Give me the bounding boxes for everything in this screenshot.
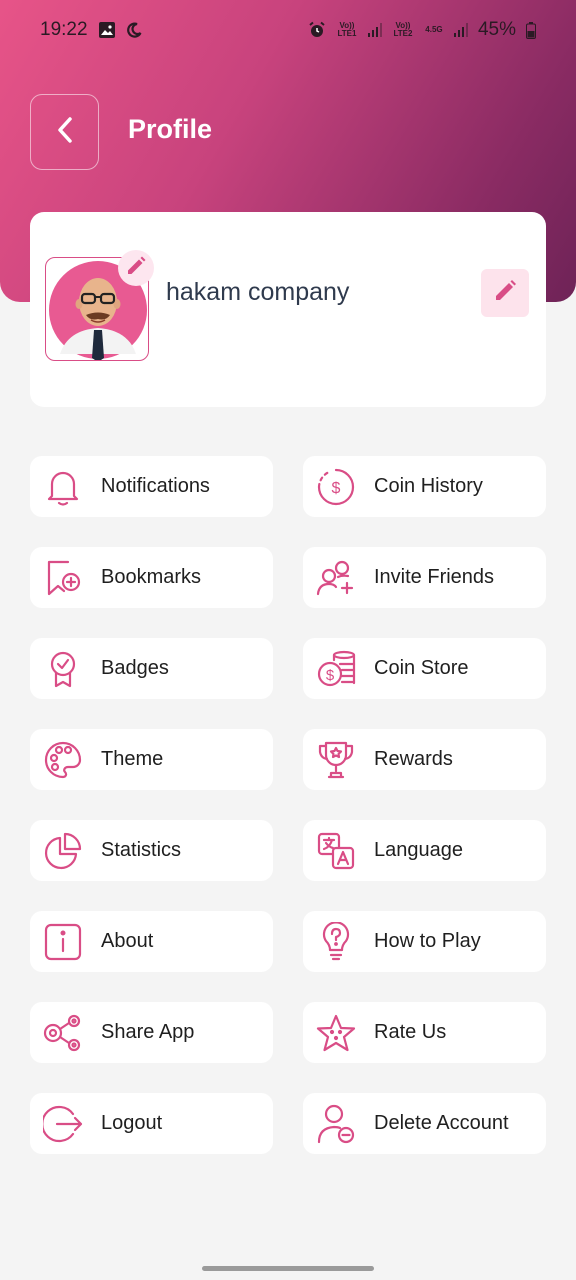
menu-label: Language: [374, 839, 463, 861]
menu-item-badges[interactable]: Badges: [30, 638, 273, 699]
menu-label: Badges: [101, 657, 169, 679]
signal-icon-2: [453, 23, 468, 37]
pie-chart-icon: [42, 830, 84, 872]
status-bar: 19:22 Vo)) LTE1 Vo)) LTE2 4.5G 45%: [0, 0, 576, 60]
profile-name: hakam company: [166, 278, 350, 306]
svg-text:$: $: [332, 480, 341, 497]
invite-friends-icon: [315, 557, 357, 599]
network-type: 4.5G: [425, 25, 443, 34]
menu-label: Rewards: [374, 748, 453, 770]
menu-label: Rate Us: [374, 1021, 447, 1043]
bell-icon: [42, 466, 84, 508]
menu-label: How to Play: [374, 930, 481, 952]
menu-item-rewards[interactable]: Rewards: [303, 729, 546, 790]
trophy-icon: [315, 739, 357, 781]
bookmark-icon: [42, 557, 84, 599]
lightbulb-question-icon: [315, 921, 357, 963]
profile-card: hakam company: [30, 212, 546, 407]
palette-icon: [42, 739, 84, 781]
menu-item-coin-history[interactable]: $ Coin History: [303, 456, 546, 517]
pencil-icon: [492, 278, 518, 309]
menu-item-language[interactable]: Language: [303, 820, 546, 881]
menu-label: Logout: [101, 1112, 163, 1134]
menu-label: Bookmarks: [101, 566, 202, 588]
menu-grid: Notifications $ Coin History Bookmarks I…: [30, 456, 546, 1154]
home-indicator[interactable]: [202, 1266, 374, 1271]
coin-history-icon: $: [315, 466, 357, 508]
menu-label: Share App: [101, 1021, 195, 1043]
chevron-left-icon: [54, 115, 76, 150]
menu-item-bookmarks[interactable]: Bookmarks: [30, 547, 273, 608]
menu-label: Delete Account: [374, 1112, 509, 1134]
sim2-label: Vo)) LTE2: [393, 21, 413, 38]
menu-item-delete-account[interactable]: Delete Account: [303, 1093, 546, 1154]
menu-label: Coin History: [374, 475, 483, 497]
alarm-icon: [308, 21, 326, 39]
menu-item-about[interactable]: About: [30, 911, 273, 972]
logout-icon: [42, 1103, 84, 1145]
pencil-icon: [125, 255, 147, 282]
badge-icon: [42, 648, 84, 690]
menu-label: Statistics: [101, 839, 182, 861]
menu-label: Theme: [101, 748, 164, 770]
menu-item-theme[interactable]: Theme: [30, 729, 273, 790]
avatar-edit-button[interactable]: [118, 250, 154, 286]
delete-user-icon: [315, 1103, 357, 1145]
moon-icon: [126, 22, 142, 38]
page-title: Profile: [128, 114, 213, 144]
menu-label: Notifications: [101, 475, 210, 497]
menu-item-share-app[interactable]: Share App: [30, 1002, 273, 1063]
menu-label: Coin Store: [374, 657, 469, 679]
star-icon: [315, 1012, 357, 1054]
status-time: 19:22: [40, 19, 88, 40]
coin-store-icon: $: [315, 648, 357, 690]
menu-label: Invite Friends: [374, 566, 495, 588]
share-icon: [42, 1012, 84, 1054]
sim1-label: Vo)) LTE1: [337, 21, 357, 38]
battery-icon: [526, 21, 536, 39]
menu-item-logout[interactable]: Logout: [30, 1093, 273, 1154]
signal-icon: [367, 23, 382, 37]
edit-profile-button[interactable]: [481, 269, 529, 317]
translate-icon: [315, 830, 357, 872]
battery-percent: 45%: [477, 19, 516, 40]
menu-item-how-to-play[interactable]: How to Play: [303, 911, 546, 972]
svg-text:$: $: [326, 667, 335, 684]
menu-item-invite-friends[interactable]: Invite Friends: [303, 547, 546, 608]
gallery-icon: [98, 21, 116, 39]
menu-item-notifications[interactable]: Notifications: [30, 456, 273, 517]
menu-item-statistics[interactable]: Statistics: [30, 820, 273, 881]
menu-item-coin-store[interactable]: $ Coin Store: [303, 638, 546, 699]
back-button[interactable]: [30, 94, 99, 170]
info-icon: [42, 921, 84, 963]
menu-label: About: [101, 930, 154, 952]
menu-item-rate-us[interactable]: Rate Us: [303, 1002, 546, 1063]
